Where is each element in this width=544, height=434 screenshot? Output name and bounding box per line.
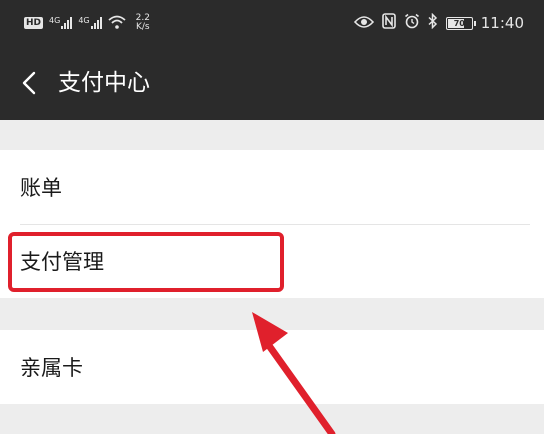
menu-group-2: 亲属卡: [0, 330, 544, 404]
highlight-box: [8, 232, 284, 292]
list-item-family-card[interactable]: 亲属卡: [0, 330, 544, 404]
clock: 11:40: [480, 14, 524, 32]
chevron-left-icon: [22, 71, 36, 95]
nfc-icon: [381, 13, 396, 33]
wifi-icon: [108, 14, 126, 33]
network-speed-unit: K/s: [135, 22, 150, 32]
list-item-label: 账单: [20, 176, 62, 200]
back-button[interactable]: [12, 66, 46, 100]
network-speed: 2.2 K/s: [136, 14, 150, 32]
list-item-bills[interactable]: 账单: [0, 150, 544, 224]
status-left: HD 4G 4G 2.2 K/s: [24, 12, 150, 34]
divider: [20, 224, 530, 225]
eye-icon: [353, 14, 374, 33]
battery-icon: 70: [445, 16, 476, 30]
signal-icon: 4G: [49, 16, 73, 29]
status-bar: HD 4G 4G 2.2 K/s 70 11:40: [0, 0, 544, 46]
page-title: 支付中心: [58, 70, 150, 96]
sim1-type: 4G: [49, 16, 61, 25]
battery-percent: 70: [453, 18, 465, 28]
status-right: 70 11:40: [353, 12, 524, 34]
alarm-icon: [404, 13, 420, 33]
hd-badge: HD: [24, 17, 44, 29]
nav-bar: 支付中心: [0, 46, 544, 120]
sim2-type: 4G: [78, 16, 90, 25]
bluetooth-icon: [428, 12, 438, 33]
list-item-label: 亲属卡: [20, 356, 83, 380]
signal-icon: 4G: [78, 16, 102, 29]
